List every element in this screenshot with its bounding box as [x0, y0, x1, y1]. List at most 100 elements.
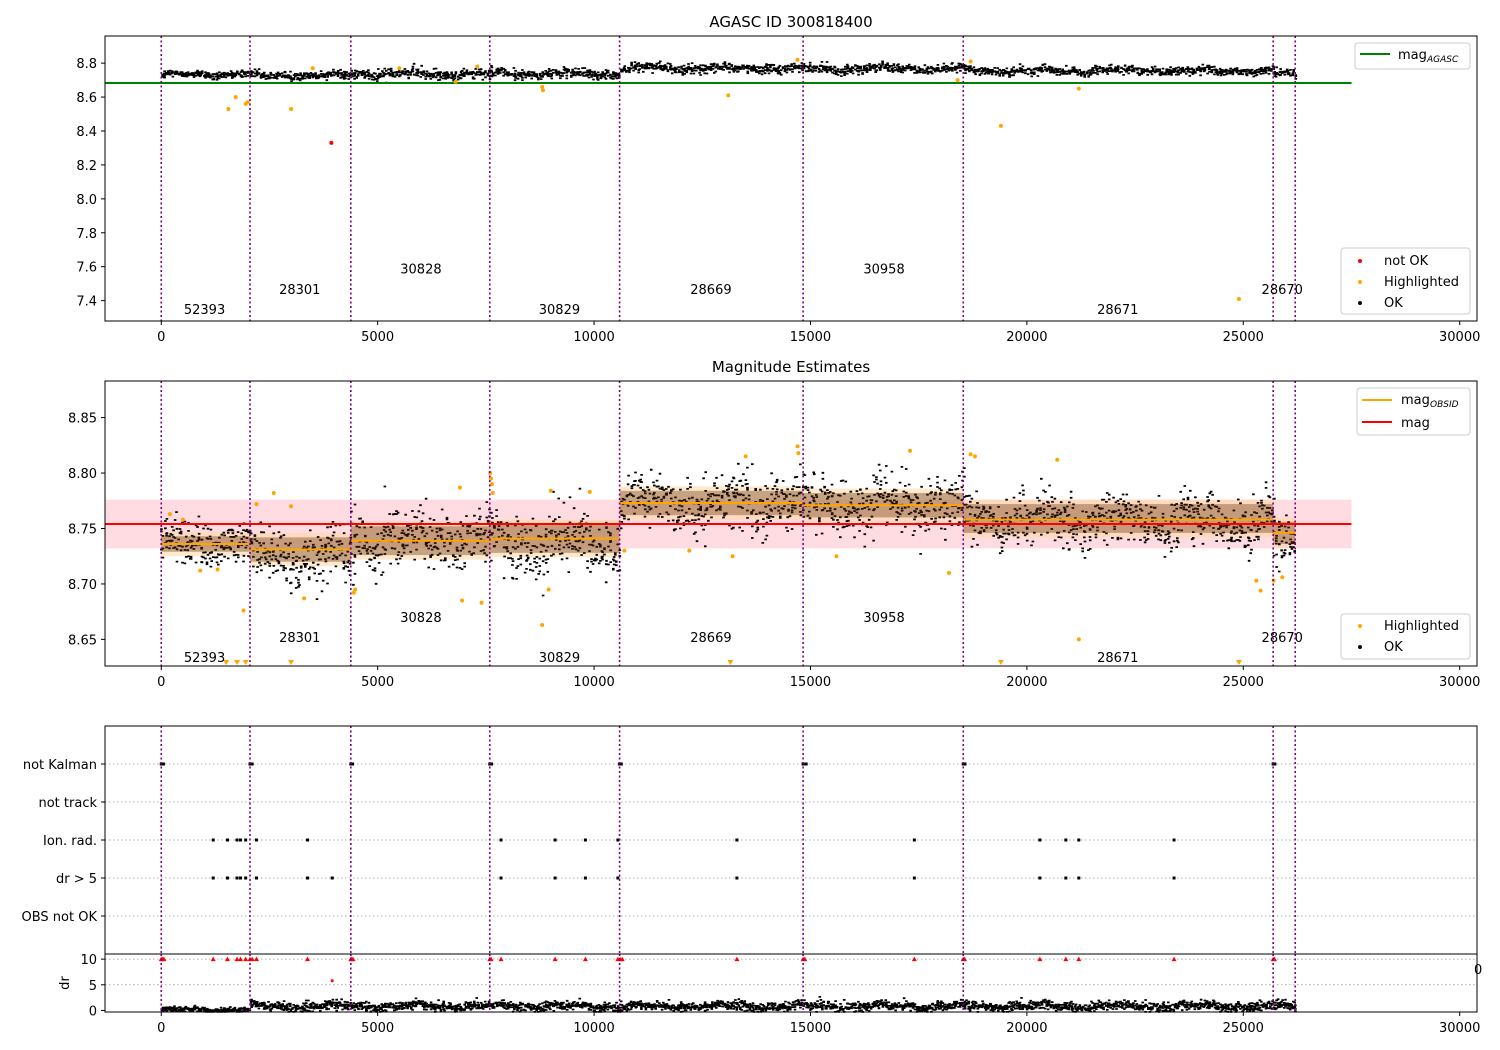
legend-label: OK: [1384, 296, 1403, 311]
legend-label: not OK: [1384, 254, 1429, 269]
x-tick-label: 5000: [361, 675, 394, 690]
highlighted-point: [353, 587, 358, 592]
y-tick-label: 8.6: [76, 91, 97, 106]
obsid-label: 28301: [279, 283, 320, 298]
x-tick-label: 5000: [361, 330, 394, 345]
highlighted-point: [968, 59, 973, 64]
flag-point: [1077, 876, 1081, 880]
obsid-label: 30829: [539, 303, 580, 318]
not-ok-point: [329, 140, 334, 145]
highlighted-point: [546, 587, 551, 592]
x-tick-label: 30000: [1439, 1021, 1480, 1036]
x-tick-label: 25000: [1223, 1021, 1264, 1036]
obsid-label: 30828: [400, 262, 441, 277]
obsid-label: 30829: [539, 651, 580, 666]
x-tick-label: 15000: [790, 675, 831, 690]
plot-background: [105, 726, 1477, 954]
obsid-label: 28670: [1262, 283, 1303, 298]
obsid-label: 28671: [1097, 651, 1138, 666]
x-tick-label: 30000: [1439, 675, 1480, 690]
legend-label: OK: [1384, 640, 1403, 655]
highlighted-point: [254, 502, 259, 507]
flag-point: [1172, 876, 1176, 880]
flag-point: [1064, 838, 1068, 842]
x-tick-label: 15000: [790, 330, 831, 345]
highlighted-point: [475, 64, 480, 69]
y-tick-label: 5: [89, 979, 97, 994]
highlighted-point: [955, 78, 960, 83]
flag-point: [211, 838, 215, 842]
flag-point: [804, 762, 808, 766]
obsid-label: 52393: [184, 303, 225, 318]
highlighted-point: [180, 517, 185, 522]
legend-label: Highlighted: [1384, 619, 1459, 634]
density-overlay: [963, 504, 1274, 533]
highlighted-point: [167, 512, 172, 517]
highlighted-point: [457, 485, 462, 490]
highlighted-point: [1258, 588, 1263, 593]
x-tick-label: 0: [157, 675, 165, 690]
flags-panel: not Kalman not track Ion. rad. dr > 5 OBS no…: [22, 725, 1478, 955]
highlighted-point: [540, 622, 545, 627]
highlighted-point: [310, 66, 315, 71]
edge-tick-label: 0: [1474, 963, 1482, 978]
y-tick-label: 7.8: [76, 227, 97, 242]
legend-label: Highlighted: [1384, 275, 1459, 290]
flag-point: [1077, 838, 1081, 842]
highlighted-point: [453, 79, 458, 84]
highlighted-point: [687, 548, 692, 553]
highlighted-point: [972, 454, 977, 459]
flag-point: [238, 876, 242, 880]
highlighted-point: [490, 491, 495, 496]
flag-point: [553, 876, 557, 880]
flag-label: Ion. rad.: [43, 834, 97, 849]
obsid-label: 28670: [1262, 631, 1303, 646]
x-tick-label: 20000: [1006, 1021, 1047, 1036]
highlighted-point: [198, 568, 203, 573]
flag-point: [235, 838, 239, 842]
legend-subscript: OBSID: [1430, 400, 1459, 410]
flag-label: OBS not OK: [22, 910, 98, 925]
x-tick-label: 10000: [573, 330, 614, 345]
highlighted-point: [241, 608, 246, 613]
obsid-label: 30958: [863, 611, 904, 626]
legend-marker: [1358, 645, 1362, 649]
y-tick-label: 10: [80, 953, 97, 968]
flag-point: [254, 838, 258, 842]
y-tick-label: 0: [89, 1004, 97, 1019]
obsid-label: 30958: [863, 262, 904, 277]
flag-point: [250, 762, 254, 766]
flag-label: not track: [38, 796, 97, 811]
highlighted-point: [1076, 637, 1081, 642]
flag-point: [1038, 838, 1042, 842]
flag-point: [244, 838, 248, 842]
flag-point: [583, 838, 587, 842]
highlighted-point: [271, 491, 276, 496]
y-tick-label: 8.75: [68, 522, 97, 537]
flag-point: [912, 876, 916, 880]
flag-label: dr > 5: [56, 872, 97, 887]
obsid-label: 28301: [279, 631, 320, 646]
x-tick-label: 20000: [1006, 330, 1047, 345]
flag-point: [1064, 876, 1068, 880]
flag-point: [553, 838, 557, 842]
flag-point: [735, 876, 739, 880]
y-tick-label: 8.2: [76, 159, 97, 174]
legend-label-mag-agasc: mag: [1398, 48, 1427, 63]
legend-label-mag-obsid: mag: [1401, 393, 1430, 408]
highlighted-point: [289, 504, 294, 509]
x-tick-label: 5000: [361, 1021, 394, 1036]
highlighted-point: [834, 554, 839, 559]
obsid-label: 28671: [1097, 303, 1138, 318]
highlighted-point: [1236, 296, 1241, 301]
agasc-mag-panel: 52393 28301 30828 30829 28669 30958 28671 28670…: [76, 35, 1480, 345]
x-tick-label: 30000: [1439, 330, 1480, 345]
highlighted-point: [795, 444, 800, 449]
y-tick-label: 8.85: [68, 412, 97, 427]
x-tick-label: 20000: [1006, 675, 1047, 690]
chart-title-agasc: AGASC ID 300818400: [709, 13, 872, 31]
y-tick-label: 7.6: [76, 261, 97, 276]
dr-red-point: [330, 979, 334, 983]
obsid-label: 30828: [400, 611, 441, 626]
y-tick-label: 8.70: [68, 578, 97, 593]
